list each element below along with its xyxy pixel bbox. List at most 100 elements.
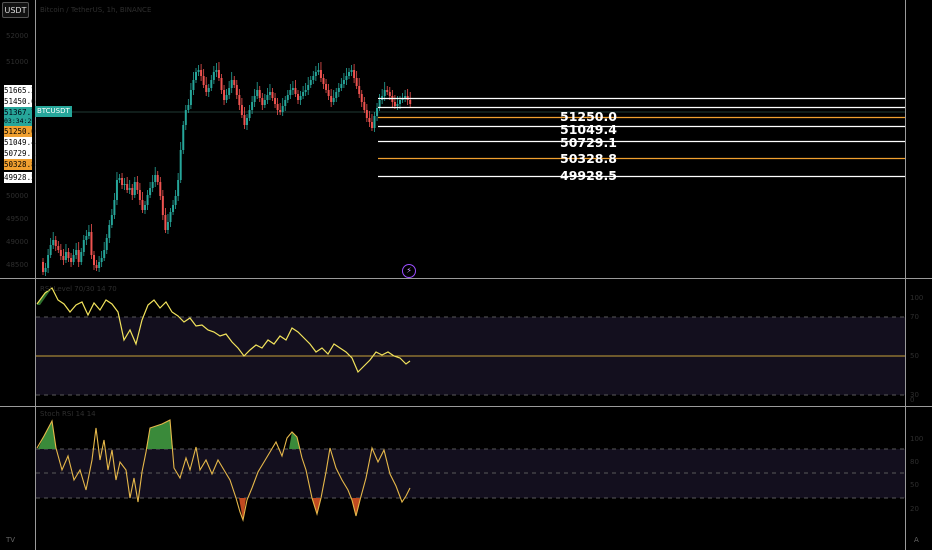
- candle-body: [52, 240, 55, 245]
- rsi-tick: 70: [910, 313, 919, 321]
- candle-body: [49, 245, 52, 255]
- candle-body: [138, 190, 141, 200]
- candle-body: [115, 180, 118, 200]
- candle-body: [238, 95, 241, 105]
- level-lines[interactable]: [378, 97, 905, 178]
- level-label: 50328.8: [560, 151, 617, 166]
- candle-body: [133, 182, 136, 195]
- candle-body: [87, 232, 90, 236]
- candle-body: [47, 255, 50, 268]
- candle-body: [302, 92, 305, 96]
- candle-body: [281, 106, 284, 112]
- candle-body: [348, 72, 350, 76]
- candlestick-series: [42, 62, 412, 276]
- candle-body: [195, 72, 197, 80]
- candle-body: [225, 95, 228, 100]
- stoch-tick: 100: [910, 435, 924, 443]
- price-tag: 51049.4: [4, 137, 36, 148]
- candle-body: [233, 80, 236, 85]
- candle-body: [223, 90, 226, 100]
- candle-body: [220, 78, 223, 90]
- candle-body: [319, 70, 322, 78]
- candle-body: [243, 115, 246, 125]
- candle-body: [151, 182, 154, 188]
- candle-body: [291, 88, 294, 90]
- candle-body: [335, 92, 338, 98]
- candle-body: [215, 70, 218, 72]
- candle-body: [378, 100, 381, 108]
- candle-body: [284, 100, 287, 106]
- price-tick: 51000: [6, 58, 29, 66]
- candle-body: [177, 180, 180, 196]
- candle-body: [42, 262, 44, 272]
- candle-body: [166, 222, 169, 230]
- candle-body: [212, 72, 215, 80]
- candle-body: [307, 85, 310, 90]
- candle-body: [340, 84, 343, 88]
- candle-body: [248, 110, 251, 118]
- price-tick: 50000: [6, 192, 29, 200]
- candle-body: [123, 184, 126, 185]
- rsi-tick: 0: [910, 396, 915, 404]
- stoch-tick: 50: [910, 481, 919, 489]
- candle-countdown: 03:34:29: [4, 117, 36, 126]
- candle-body: [337, 88, 340, 92]
- candle-body: [54, 240, 57, 246]
- level-label: 49928.5: [560, 168, 617, 183]
- stoch-tick: 20: [910, 505, 919, 513]
- candle-body: [179, 150, 182, 180]
- candle-body: [325, 84, 328, 90]
- auto-scale-button[interactable]: A: [914, 536, 919, 544]
- candle-body: [373, 116, 376, 128]
- candle-body: [110, 215, 113, 225]
- candle-body: [258, 90, 261, 98]
- candle-body: [62, 256, 65, 260]
- chart-canvas[interactable]: [0, 0, 932, 550]
- candle-body: [309, 80, 312, 85]
- candle-body: [57, 246, 60, 250]
- candle-body: [360, 94, 363, 102]
- rsi-pane-title: RSI Level 70/30 14 70: [40, 285, 117, 293]
- candle-body: [235, 85, 238, 95]
- candle-body: [187, 105, 190, 110]
- chart-window[interactable]: Bitcoin / TetherUS, 1h, BINANCE RSI Leve…: [0, 0, 932, 550]
- candle-body: [365, 110, 368, 118]
- candle-body: [332, 98, 335, 102]
- candle-body: [103, 250, 106, 258]
- candle-body: [131, 188, 134, 195]
- currency-button[interactable]: USDT: [2, 2, 29, 18]
- candle-body: [154, 175, 157, 182]
- candle-body: [386, 90, 389, 92]
- price-tick: 49000: [6, 238, 29, 246]
- candle-body: [121, 178, 124, 185]
- price-tick: 48500: [6, 261, 29, 269]
- price-tag: 51665.2: [4, 85, 36, 96]
- symbol-label: BTCUSDT: [35, 106, 72, 117]
- candle-body: [159, 182, 162, 196]
- candle-body: [210, 80, 213, 88]
- candle-body: [182, 125, 185, 150]
- tradingview-logo-icon[interactable]: TV: [6, 536, 15, 544]
- price-tag: 51250.0: [4, 126, 36, 137]
- candle-body: [141, 200, 144, 210]
- candle-body: [363, 102, 366, 110]
- candle-body: [205, 85, 208, 92]
- candle-body: [246, 118, 248, 125]
- candle-body: [330, 96, 333, 102]
- candle-body: [70, 258, 73, 262]
- price-tag: 51450.6: [4, 96, 36, 107]
- candle-body: [217, 70, 220, 78]
- candle-body: [184, 110, 187, 125]
- rsi-tick: 100: [910, 294, 924, 302]
- candle-body: [358, 86, 361, 94]
- candle-body: [253, 96, 256, 102]
- candle-body: [108, 225, 111, 238]
- candle-body: [368, 118, 371, 122]
- candle-body: [370, 122, 373, 128]
- candle-body: [276, 104, 279, 110]
- candle-body: [100, 258, 103, 262]
- lightning-icon[interactable]: ⚡: [402, 264, 416, 278]
- candle-body: [172, 205, 175, 212]
- candle-body: [80, 252, 83, 262]
- candle-body: [59, 250, 62, 256]
